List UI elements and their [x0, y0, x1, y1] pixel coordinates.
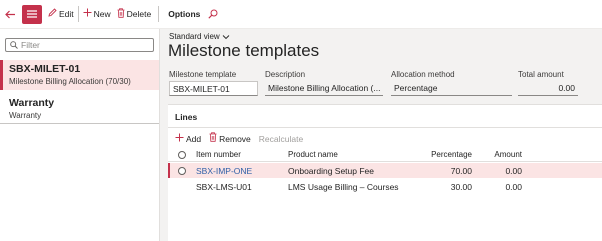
description-field[interactable]: Milestone Billing Allocation (...: [265, 81, 383, 96]
edit-label: Edit: [59, 9, 74, 19]
total-amount-field: 0.00: [518, 81, 578, 96]
table-row[interactable]: SBX-LMS-U01 LMS Usage Billing – Courses …: [168, 179, 602, 194]
delete-button[interactable]: Delete: [114, 0, 155, 29]
new-button[interactable]: New: [80, 0, 114, 29]
lines-toolbar: Add Remove Recalculate: [175, 132, 311, 145]
hamburger-menu-icon[interactable]: [22, 4, 42, 24]
allocation-method-field[interactable]: Percentage: [391, 81, 512, 96]
column-header-percentage[interactable]: Percentage: [408, 147, 472, 162]
table-row[interactable]: SBX-IMP-ONE Onboarding Setup Fee 70.00 0…: [168, 163, 602, 178]
amount-cell[interactable]: 0.00: [478, 179, 522, 194]
column-header-item-number[interactable]: Item number: [196, 147, 241, 162]
lines-section: Lines Add Remove Recalculate Item number…: [168, 104, 602, 241]
list-item-title: Warranty: [9, 97, 55, 109]
column-header-product-name[interactable]: Product name: [288, 147, 338, 162]
radio-circle: [178, 150, 186, 159]
delete-label: Delete: [126, 9, 152, 19]
row-select-radio[interactable]: [178, 163, 186, 178]
list-item-sbx-milet-01[interactable]: SBX-MILET-01 Milestone Billing Allocatio…: [0, 60, 159, 90]
list-pane: Filter SBX-MILET-01 Milestone Billing Al…: [0, 29, 160, 241]
options-menu[interactable]: Options: [163, 0, 205, 29]
list-item-subtitle: Warranty: [9, 111, 42, 120]
add-line-button[interactable]: Add: [175, 133, 201, 145]
page-title: Milestone templates: [168, 41, 320, 60]
item-number-link[interactable]: SBX-IMP-ONE: [196, 163, 252, 178]
separator: [158, 6, 160, 22]
chevron-down-icon: [222, 34, 230, 39]
back-arrow-icon[interactable]: [0, 0, 20, 29]
separator: [77, 6, 79, 22]
percentage-cell[interactable]: 30.00: [408, 179, 472, 194]
product-name-cell: LMS Usage Billing – Courses: [288, 181, 399, 192]
percentage-cell[interactable]: 70.00: [408, 163, 472, 178]
amount-cell[interactable]: 0.00: [478, 163, 522, 178]
description-label: Description: [265, 70, 306, 79]
view-label: Standard view: [169, 32, 220, 41]
grid-header: Item number Product name Percentage Amou…: [168, 147, 602, 162]
trash-icon: [209, 132, 217, 145]
template-label: Milestone template: [169, 70, 237, 79]
divider: [168, 127, 602, 128]
search-icon[interactable]: [205, 0, 221, 29]
edit-button[interactable]: Edit: [45, 0, 77, 29]
add-label: Add: [186, 133, 202, 144]
new-label: New: [93, 9, 111, 19]
filter-placeholder: Filter: [21, 40, 40, 50]
select-all-radio[interactable]: [178, 147, 186, 162]
allocation-method-label: Allocation method: [391, 70, 455, 79]
trash-icon: [117, 7, 125, 21]
pencil-icon: [48, 8, 57, 20]
plus-icon: [83, 8, 92, 20]
action-pane: Edit New Delete Options: [0, 0, 602, 29]
list-item-title: SBX-MILET-01: [9, 63, 81, 75]
radio-circle: [178, 166, 186, 175]
product-name-cell: Onboarding Setup Fee: [288, 165, 375, 176]
remove-line-button[interactable]: Remove: [209, 132, 251, 145]
column-header-amount[interactable]: Amount: [478, 147, 522, 162]
plus-icon: [175, 133, 184, 145]
filter-input[interactable]: Filter: [5, 38, 154, 52]
search-icon: [10, 41, 18, 49]
template-field[interactable]: SBX-MILET-01: [169, 81, 258, 96]
recalculate-button[interactable]: Recalculate: [259, 134, 303, 144]
remove-label: Remove: [219, 133, 251, 144]
lines-title: Lines: [175, 112, 198, 122]
item-number-cell[interactable]: SBX-LMS-U01: [196, 179, 252, 194]
list-item-warranty[interactable]: Warranty Warranty: [0, 93, 159, 124]
view-selector[interactable]: Standard view: [169, 32, 230, 41]
total-amount-label: Total amount: [518, 70, 564, 79]
list-item-subtitle: Milestone Billing Allocation (70/30): [9, 77, 131, 86]
